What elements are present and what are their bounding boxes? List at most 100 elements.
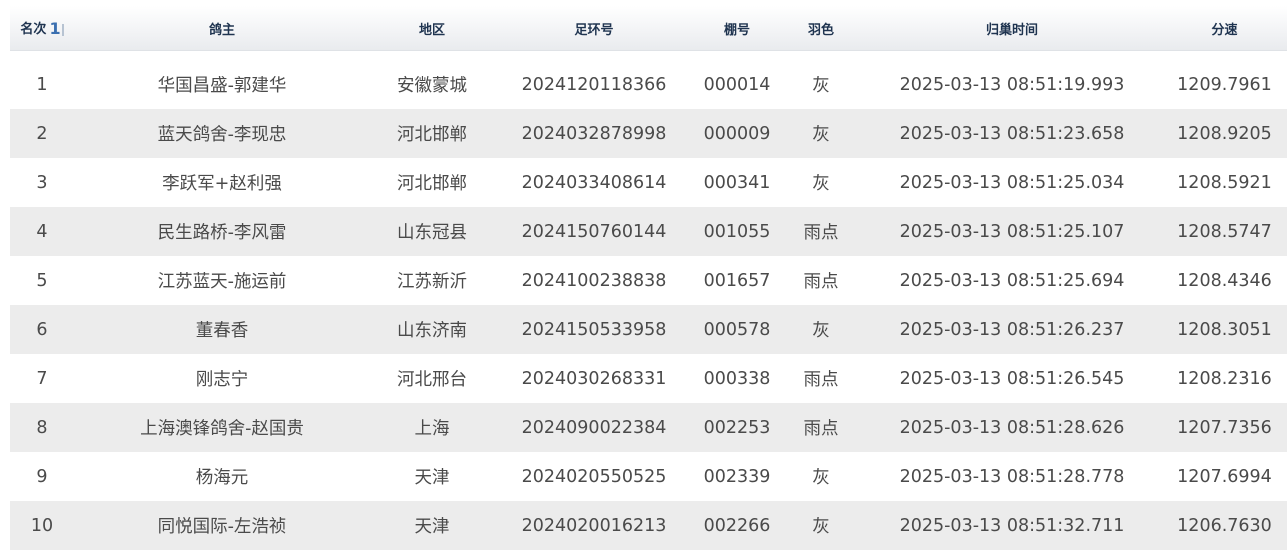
column-header-ring-number[interactable]: 足环号: [494, 19, 694, 38]
cell-speed: 1208.5747: [1177, 221, 1272, 242]
cell-arrival-time: 2025-03-13 08:51:25.107: [899, 221, 1125, 242]
cell-arrival-time: 2025-03-13 08:51:19.993: [899, 74, 1125, 95]
cell-feather-color: 灰: [812, 76, 830, 96]
column-header-region[interactable]: 地区: [370, 19, 494, 38]
cell-owner: 杨海元: [195, 468, 249, 488]
cell-owner: 华国昌盛-郭建华: [157, 76, 287, 96]
cell-owner: 同悦国际-左浩祯: [157, 517, 287, 537]
cell-loft-number: 000014: [703, 74, 771, 95]
cell-rank: 10: [30, 515, 54, 536]
cell-region: 江苏新沂: [397, 272, 467, 292]
cell-rank: 5: [36, 270, 48, 291]
cell-ring-number: 2024020550525: [521, 466, 667, 487]
cell-owner: 董春香: [195, 321, 249, 341]
cell-loft-number: 000009: [703, 123, 771, 144]
column-header-rank[interactable]: 名次 1: [10, 18, 74, 39]
cell-loft-number: 000341: [703, 172, 771, 193]
column-header-feather-color[interactable]: 羽色: [780, 19, 862, 38]
cell-region: 天津: [414, 468, 450, 488]
cell-loft-number: 000578: [703, 319, 771, 340]
cell-feather-color: 雨点: [803, 223, 839, 243]
cell-ring-number: 2024020016213: [521, 515, 667, 536]
cell-region: 河北邢台: [397, 370, 467, 390]
column-header-label: 名次: [20, 21, 47, 37]
cell-region: 河北邯郸: [397, 125, 467, 145]
cell-feather-color: 灰: [812, 125, 830, 145]
cell-speed: 1208.3051: [1177, 319, 1272, 340]
cell-arrival-time: 2025-03-13 08:51:23.658: [899, 123, 1125, 144]
cell-loft-number: 001657: [703, 270, 771, 291]
cell-feather-color: 雨点: [803, 272, 839, 292]
cell-region: 山东济南: [397, 321, 467, 341]
cell-loft-number: 001055: [703, 221, 771, 242]
table-header: 名次 1 鸽主 地区 足环号 棚号 羽色 归巢时间 分速: [10, 6, 1287, 51]
cell-region: 上海: [414, 419, 450, 439]
table-row: 5 江苏蓝天-施运前 江苏新沂 2024100238838 001657 雨点 2025-0…: [10, 256, 1287, 305]
cell-ring-number: 2024090022384: [521, 417, 667, 438]
cell-speed: 1208.2316: [1177, 368, 1272, 389]
cell-rank: 3: [36, 172, 48, 193]
table-row: 4 民生路桥-李风雷 山东冠县 2024150760144 001055 雨点 2025-0…: [10, 207, 1287, 256]
cell-ring-number: 2024100238838: [521, 270, 667, 291]
cell-region: 山东冠县: [397, 223, 467, 243]
column-header-arrival-time[interactable]: 归巢时间: [862, 19, 1162, 38]
cell-rank: 9: [36, 466, 48, 487]
table-body: 1 华国昌盛-郭建华 安徽蒙城 2024120118366 000014 灰 2025-03…: [10, 60, 1287, 550]
cell-rank: 7: [36, 368, 48, 389]
cell-rank: 1: [36, 74, 48, 95]
cell-speed: 1208.5921: [1177, 172, 1272, 193]
table-row: 7 刚志宁 河北邢台 2024030268331 000338 雨点 2025-03-13 …: [10, 354, 1287, 403]
cell-loft-number: 002266: [703, 515, 771, 536]
column-header-owner[interactable]: 鸽主: [74, 19, 370, 38]
cell-arrival-time: 2025-03-13 08:51:25.034: [899, 172, 1125, 193]
cell-speed: 1209.7961: [1177, 74, 1272, 95]
table-row: 10 同悦国际-左浩祯 天津 2024020016213 002266 灰 2025-03-…: [10, 501, 1287, 550]
table-row: 1 华国昌盛-郭建华 安徽蒙城 2024120118366 000014 灰 2025-03…: [10, 60, 1287, 109]
cell-ring-number: 2024150533958: [521, 319, 667, 340]
cell-rank: 6: [36, 319, 48, 340]
column-header-speed[interactable]: 分速: [1162, 19, 1287, 38]
cell-feather-color: 雨点: [803, 370, 839, 390]
cell-loft-number: 002339: [703, 466, 771, 487]
cell-speed: 1207.6994: [1177, 466, 1272, 487]
cell-speed: 1208.9205: [1177, 123, 1272, 144]
table-row: 8 上海澳锋鸽舍-赵国贵 上海 2024090022384 002253 雨点 2025-0…: [10, 403, 1287, 452]
results-page: 名次 1 鸽主 地区 足环号 棚号 羽色 归巢时间 分速 1 华国昌盛-郭建华 安徽蒙…: [0, 0, 1287, 559]
cell-ring-number: 2024033408614: [521, 172, 667, 193]
cell-arrival-time: 2025-03-13 08:51:28.778: [899, 466, 1125, 487]
cell-owner: 刚志宁: [195, 370, 249, 390]
cell-loft-number: 000338: [703, 368, 771, 389]
cell-arrival-time: 2025-03-13 08:51:32.711: [899, 515, 1125, 536]
cell-speed: 1207.7356: [1177, 417, 1272, 438]
cell-speed: 1206.7630: [1177, 515, 1272, 536]
cell-feather-color: 灰: [812, 468, 830, 488]
cell-rank: 4: [36, 221, 48, 242]
cell-owner: 民生路桥-李风雷: [157, 223, 287, 243]
cell-region: 天津: [414, 517, 450, 537]
cell-ring-number: 2024030268331: [521, 368, 667, 389]
race-results-table: 名次 1 鸽主 地区 足环号 棚号 羽色 归巢时间 分速 1 华国昌盛-郭建华 安徽蒙…: [10, 6, 1287, 550]
cell-owner: 上海澳锋鸽舍-赵国贵: [140, 419, 304, 439]
column-header-loft-number[interactable]: 棚号: [694, 19, 780, 38]
cell-arrival-time: 2025-03-13 08:51:25.694: [899, 270, 1125, 291]
cell-rank: 8: [36, 417, 48, 438]
cell-feather-color: 灰: [812, 517, 830, 537]
table-row: 3 李跃军+赵利强 河北邯郸 2024033408614 000341 灰 2025-03-…: [10, 158, 1287, 207]
cell-ring-number: 2024120118366: [521, 74, 667, 95]
cell-region: 安徽蒙城: [397, 76, 467, 96]
cell-ring-number: 2024150760144: [521, 221, 667, 242]
cell-arrival-time: 2025-03-13 08:51:26.545: [899, 368, 1125, 389]
table-row: 6 董春香 山东济南 2024150533958 000578 灰 2025-03-13 0…: [10, 305, 1287, 354]
sort-indicator-icon[interactable]: 1: [49, 19, 64, 38]
cell-owner: 蓝天鸽舍-李现忠: [157, 125, 287, 145]
cell-loft-number: 002253: [703, 417, 771, 438]
table-row: 2 蓝天鸽舍-李现忠 河北邯郸 2024032878998 000009 灰 2025-03…: [10, 109, 1287, 158]
cell-owner: 江苏蓝天-施运前: [157, 272, 287, 292]
table-row: 9 杨海元 天津 2024020550525 002339 灰 2025-03-13 08:…: [10, 452, 1287, 501]
cell-ring-number: 2024032878998: [521, 123, 667, 144]
cell-feather-color: 灰: [812, 174, 830, 194]
cell-arrival-time: 2025-03-13 08:51:26.237: [899, 319, 1125, 340]
cell-rank: 2: [36, 123, 48, 144]
cell-speed: 1208.4346: [1177, 270, 1272, 291]
cell-feather-color: 雨点: [803, 419, 839, 439]
